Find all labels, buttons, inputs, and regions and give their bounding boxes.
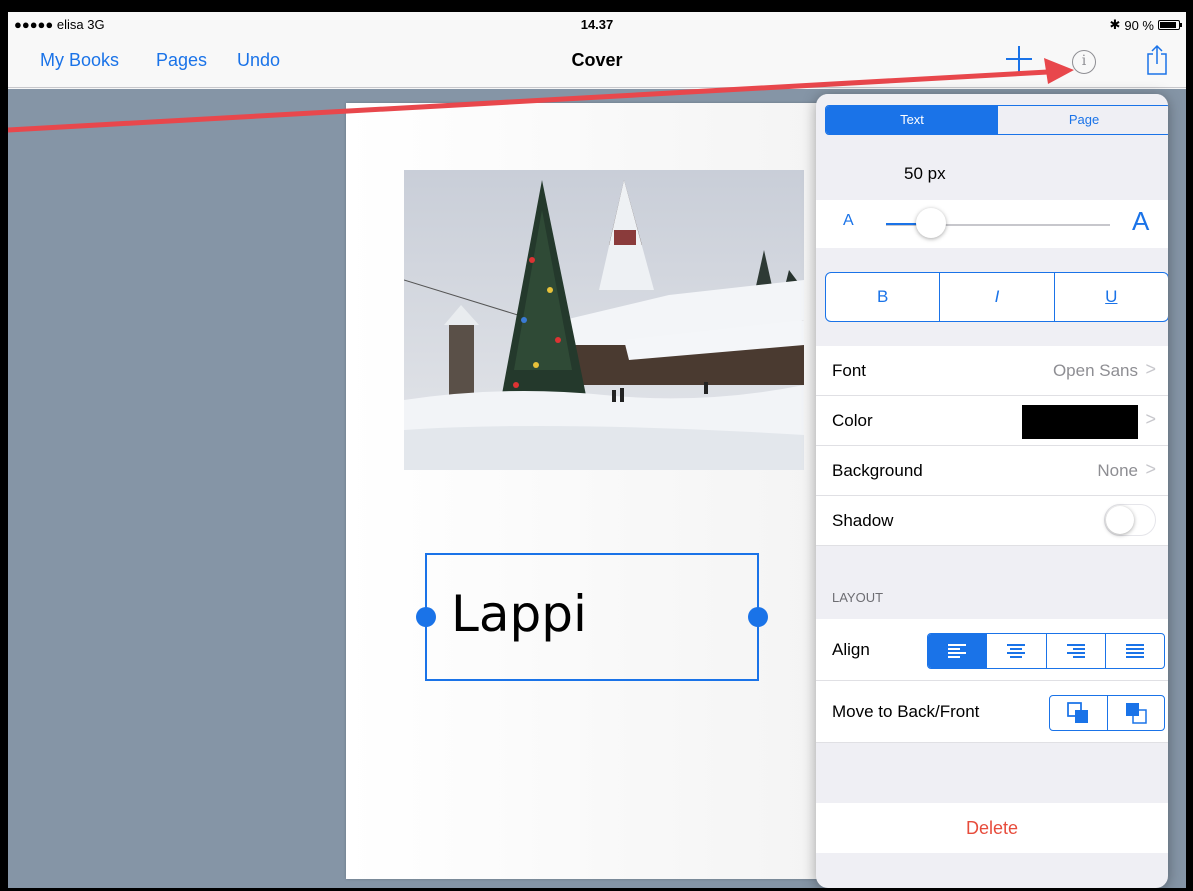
chevron-right-icon: >	[1145, 459, 1156, 479]
ipad-screen: ●●●●● elisa 3G 14.37 ✱ 90 % My Books Pag…	[8, 12, 1186, 888]
bluetooth-icon: ✱	[1109, 17, 1121, 32]
toggle-knob	[1106, 506, 1134, 534]
align-left-icon[interactable]	[928, 634, 988, 668]
font-value: Open Sans	[1052, 361, 1138, 380]
large-a-icon: A	[1132, 206, 1150, 236]
layout-section-header: LAYOUT	[832, 590, 884, 605]
shadow-row: Shadow	[816, 496, 1168, 546]
send-to-back-icon[interactable]	[1050, 696, 1108, 730]
resize-handle-left[interactable]	[416, 607, 436, 627]
resize-handle-right[interactable]	[748, 607, 768, 627]
battery-indicator: ✱ 90 %	[1109, 17, 1182, 33]
chevron-right-icon: >	[1145, 409, 1156, 429]
bold-button[interactable]: B	[826, 273, 941, 321]
delete-button[interactable]: Delete	[816, 803, 1168, 853]
battery-icon	[1158, 20, 1182, 30]
chevron-right-icon: >	[1145, 359, 1156, 379]
plus-icon[interactable]	[1004, 44, 1034, 74]
background-label: Background	[832, 461, 923, 480]
font-label: Font	[832, 361, 867, 380]
cover-photo[interactable]	[404, 170, 804, 470]
italic-button[interactable]: I	[940, 273, 1055, 321]
text-page-segmented-control: Text Page	[825, 105, 1168, 135]
align-buttons	[927, 633, 1165, 669]
text-box-content[interactable]: Lappi	[451, 585, 587, 643]
align-justify-icon[interactable]	[1106, 634, 1164, 668]
font-row[interactable]: Font Open Sans >	[816, 346, 1168, 396]
align-row: Align	[816, 619, 1168, 681]
info-icon[interactable]: i	[1072, 50, 1096, 74]
align-center-icon[interactable]	[987, 634, 1047, 668]
background-row[interactable]: Background None >	[816, 446, 1168, 496]
tab-bar: Text Page	[816, 94, 1168, 148]
format-inspector-popover: Text Page 50 px A A B I U Font Open Sans…	[816, 94, 1168, 888]
order-buttons	[1049, 695, 1165, 731]
order-row: Move to Back/Front	[816, 681, 1168, 743]
status-bar: ●●●●● elisa 3G 14.37 ✱ 90 %	[8, 12, 1186, 38]
share-icon[interactable]	[1145, 44, 1169, 76]
tab-page[interactable]: Page	[998, 106, 1168, 134]
tab-text[interactable]: Text	[826, 106, 998, 134]
font-size-value: 50 px	[904, 164, 946, 183]
color-label: Color	[832, 411, 873, 430]
color-row[interactable]: Color >	[816, 396, 1168, 446]
color-swatch	[1022, 405, 1138, 439]
battery-percent: 90 %	[1124, 17, 1154, 33]
text-style-row: B I U	[816, 248, 1168, 346]
underline-button[interactable]: U	[1055, 273, 1168, 321]
navigation-bar: My Books Pages Undo Cover i	[8, 38, 1186, 88]
font-size-slider-thumb[interactable]	[915, 208, 946, 238]
clock: 14.37	[580, 17, 614, 32]
background-value: None	[1097, 461, 1138, 480]
font-size-slider-row: A A	[816, 200, 1168, 248]
small-a-icon: A	[843, 212, 854, 229]
book-page[interactable]: Lappi	[346, 103, 866, 879]
font-size-row: 50 px	[816, 150, 1168, 200]
order-label: Move to Back/Front	[832, 702, 980, 721]
selected-text-box[interactable]: Lappi	[416, 553, 768, 681]
align-right-icon[interactable]	[1047, 634, 1106, 668]
align-label: Align	[832, 640, 870, 659]
shadow-toggle[interactable]	[1104, 504, 1156, 536]
text-style-buttons: B I U	[825, 272, 1168, 322]
bring-to-front-icon[interactable]	[1108, 696, 1165, 730]
shadow-label: Shadow	[832, 511, 894, 530]
